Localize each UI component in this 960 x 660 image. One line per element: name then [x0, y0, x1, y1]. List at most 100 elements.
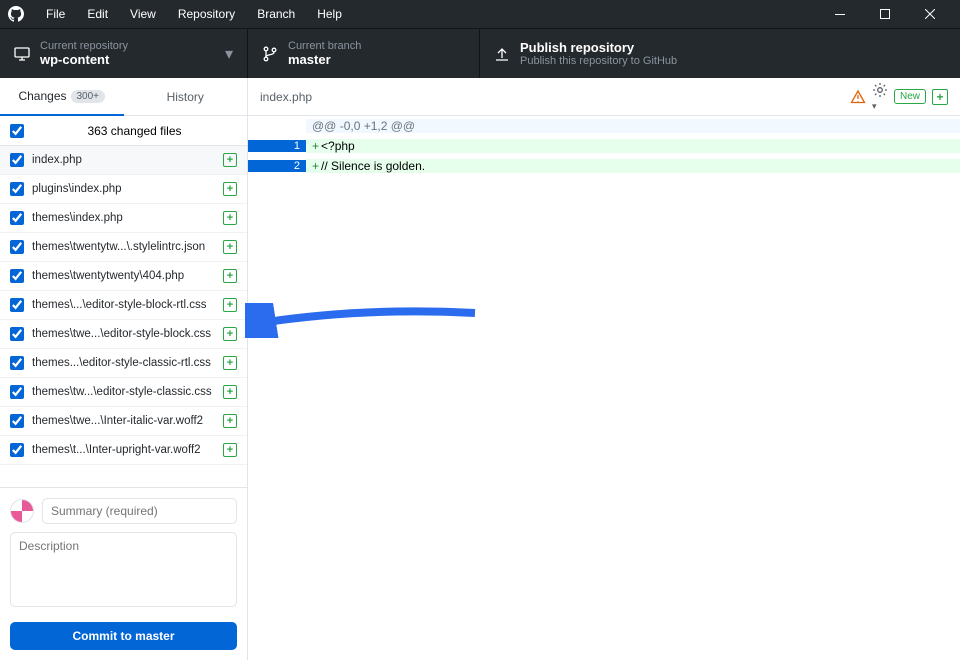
tab-history[interactable]: History	[124, 78, 248, 116]
file-checkbox[interactable]	[10, 385, 24, 399]
commit-button-prefix: Commit to	[72, 629, 135, 643]
file-name: index.php	[32, 154, 223, 166]
commit-form: Commit to master	[0, 487, 247, 660]
publish-repository-button[interactable]: Publish repository Publish this reposito…	[480, 29, 960, 78]
file-row[interactable]: themes\tw...\editor-style-classic.css+	[0, 378, 247, 407]
file-row[interactable]: themes\twentytwenty\404.php+	[0, 262, 247, 291]
changed-files-header: 363 changed files	[0, 116, 247, 146]
file-checkbox[interactable]	[10, 356, 24, 370]
current-branch-selector[interactable]: Current branch master	[248, 29, 480, 78]
file-checkbox[interactable]	[10, 182, 24, 196]
file-row[interactable]: themes\twentytw...\.stylelintrc.json+	[0, 233, 247, 262]
file-checkbox[interactable]	[10, 153, 24, 167]
select-all-checkbox[interactable]	[10, 124, 24, 138]
annotation-arrow	[245, 303, 480, 338]
diff-pane: index.php ▾ New + @@ -0,0 +1,2 @@ 1+<?ph…	[248, 78, 960, 660]
added-status-icon: +	[223, 443, 237, 457]
added-status-icon: +	[223, 356, 237, 370]
desktop-icon	[14, 46, 30, 62]
added-status-icon: +	[223, 182, 237, 196]
line-number: 1	[277, 140, 306, 152]
toolbar: Current repository wp-content ▾ Current …	[0, 28, 960, 78]
file-name: plugins\index.php	[32, 183, 223, 195]
commit-description-input[interactable]	[10, 532, 237, 607]
repo-name: wp-content	[40, 52, 225, 67]
file-name: themes\t...\Inter-upright-var.woff2	[32, 444, 223, 456]
settings-button[interactable]: ▾	[872, 82, 888, 112]
file-checkbox[interactable]	[10, 298, 24, 312]
file-row[interactable]: themes\...\editor-style-block-rtl.css+	[0, 291, 247, 320]
file-name: themes\...\editor-style-block-rtl.css	[32, 299, 223, 311]
added-status-icon: +	[223, 298, 237, 312]
file-row[interactable]: themes\twe...\editor-style-block.css+	[0, 320, 247, 349]
menu-view[interactable]: View	[120, 3, 166, 25]
diff-hunk-header: @@ -0,0 +1,2 @@	[248, 116, 960, 136]
added-status-icon: +	[223, 385, 237, 399]
added-status-icon: +	[223, 240, 237, 254]
file-checkbox[interactable]	[10, 269, 24, 283]
added-status-icon: +	[223, 211, 237, 225]
file-name: themes\twe...\editor-style-block.css	[32, 328, 223, 340]
file-row[interactable]: themes...\editor-style-classic-rtl.css+	[0, 349, 247, 378]
tab-changes-label: Changes	[18, 89, 66, 103]
branch-name: master	[288, 52, 465, 67]
menu-edit[interactable]: Edit	[77, 3, 118, 25]
file-checkbox[interactable]	[10, 240, 24, 254]
commit-summary-input[interactable]	[42, 498, 237, 524]
line-number: 2	[277, 160, 306, 172]
publish-title: Publish repository	[520, 40, 946, 55]
upload-icon	[494, 46, 510, 62]
sidebar: Changes 300+ History 363 changed files i…	[0, 78, 248, 660]
commit-button-branch: master	[135, 629, 174, 643]
menu-branch[interactable]: Branch	[247, 3, 305, 25]
warning-icon	[850, 89, 866, 105]
github-logo-icon	[8, 6, 24, 22]
file-checkbox[interactable]	[10, 443, 24, 457]
file-checkbox[interactable]	[10, 211, 24, 225]
diff-line-text: // Silence is golden.	[321, 159, 425, 173]
file-row[interactable]: themes\twe...\Inter-italic-var.woff2+	[0, 407, 247, 436]
file-row[interactable]: index.php+	[0, 146, 247, 175]
menu-file[interactable]: File	[36, 3, 75, 25]
repo-label: Current repository	[40, 40, 225, 52]
file-name: themes\twe...\Inter-italic-var.woff2	[32, 415, 223, 427]
menu-repository[interactable]: Repository	[168, 3, 245, 25]
file-row[interactable]: themes\t...\Inter-upright-var.woff2+	[0, 436, 247, 465]
added-status-icon: +	[223, 269, 237, 283]
diff-filename: index.php	[260, 90, 850, 104]
diff-header: index.php ▾ New +	[248, 78, 960, 116]
added-status-icon: +	[223, 327, 237, 341]
git-branch-icon	[262, 46, 278, 62]
file-name: themes\tw...\editor-style-classic.css	[32, 386, 223, 398]
diff-line-text: <?php	[321, 139, 355, 153]
commit-button[interactable]: Commit to master	[10, 622, 237, 650]
file-checkbox[interactable]	[10, 414, 24, 428]
avatar	[10, 499, 34, 523]
chevron-down-icon: ▾	[225, 44, 233, 64]
sidebar-tabs: Changes 300+ History	[0, 78, 247, 116]
window-controls	[817, 0, 952, 28]
file-row[interactable]: themes\index.php+	[0, 204, 247, 233]
diff-line-added[interactable]: 1+<?php	[248, 136, 960, 156]
menu-help[interactable]: Help	[307, 3, 352, 25]
close-button[interactable]	[907, 0, 952, 28]
maximize-button[interactable]	[862, 0, 907, 28]
added-status-icon: +	[223, 153, 237, 167]
new-file-badge: New	[894, 89, 926, 104]
changes-count-badge: 300+	[71, 90, 106, 103]
add-file-icon[interactable]: +	[932, 89, 948, 105]
added-status-icon: +	[223, 414, 237, 428]
current-repository-selector[interactable]: Current repository wp-content ▾	[0, 29, 248, 78]
tab-changes[interactable]: Changes 300+	[0, 78, 124, 116]
minimize-button[interactable]	[817, 0, 862, 28]
diff-line-added[interactable]: 2+// Silence is golden.	[248, 156, 960, 176]
changed-files-count: 363 changed files	[32, 124, 237, 138]
file-name: themes\twentytw...\.stylelintrc.json	[32, 241, 223, 253]
changed-files-list[interactable]: index.php+plugins\index.php+themes\index…	[0, 146, 247, 487]
title-bar: File Edit View Repository Branch Help	[0, 0, 960, 28]
diff-body[interactable]: @@ -0,0 +1,2 @@ 1+<?php2+// Silence is g…	[248, 116, 960, 176]
file-checkbox[interactable]	[10, 327, 24, 341]
main-content: Changes 300+ History 363 changed files i…	[0, 78, 960, 660]
branch-label: Current branch	[288, 40, 465, 52]
file-row[interactable]: plugins\index.php+	[0, 175, 247, 204]
